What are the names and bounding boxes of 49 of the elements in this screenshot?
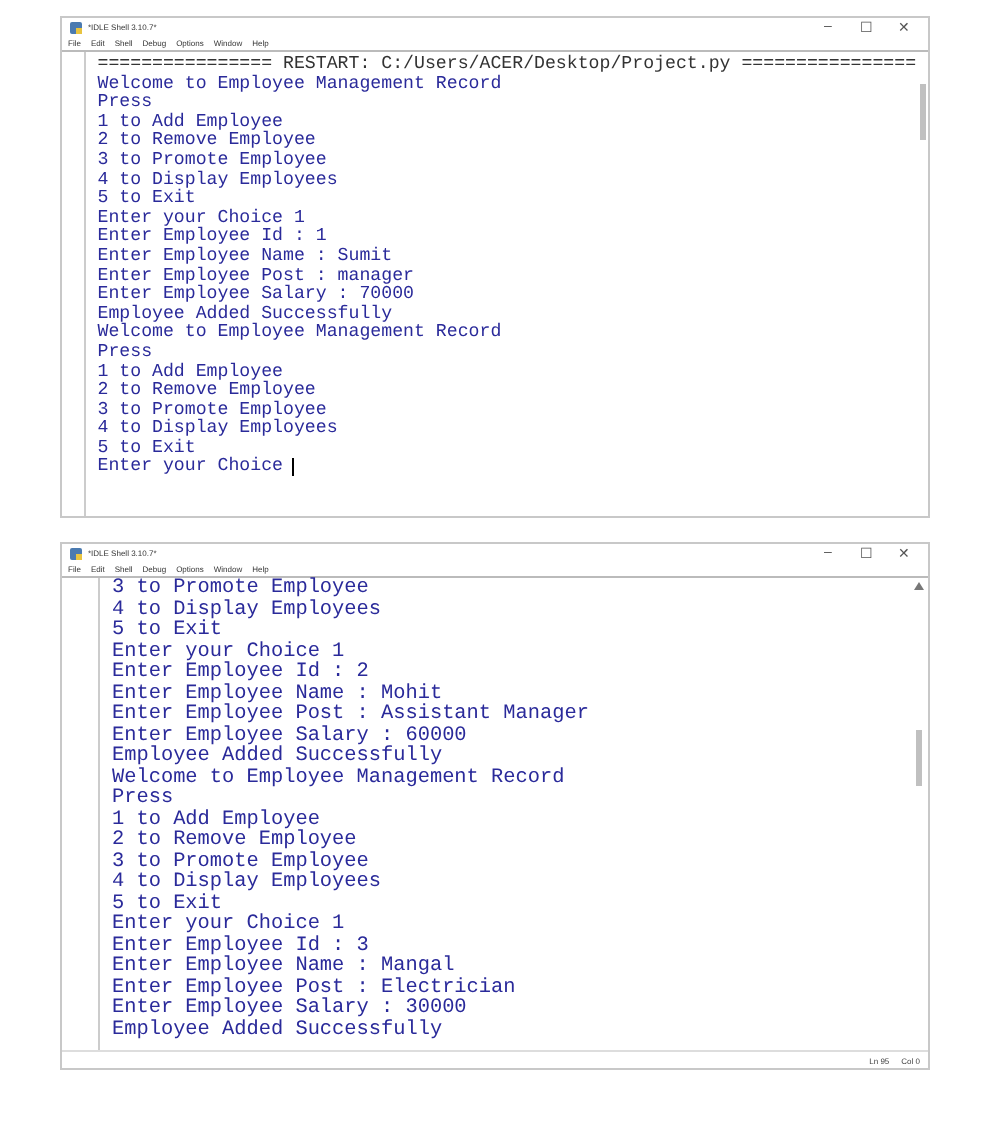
shell-line: 1 to Add Employee	[112, 811, 320, 831]
shell-line: Enter Employee Salary : 60000	[112, 727, 469, 747]
shell-line: 3 to Promote Employee	[97, 399, 327, 419]
shell-line: Employee Added Successfully	[112, 1021, 445, 1042]
shell-line: Enter Employee Salary : 30000	[112, 1000, 469, 1020]
shell-line: 1 to Add Employee	[97, 111, 284, 131]
shell-line: 2 to Remove Employee	[97, 380, 316, 400]
shell-line: Enter Employee Id : 3	[112, 937, 371, 957]
shell-line: 5 to Exit	[97, 437, 196, 457]
scroll-up-icon[interactable]	[913, 582, 923, 590]
shell-line: Enter your Choice	[97, 456, 917, 477]
scrollbar-thumb[interactable]	[915, 730, 921, 786]
shell-line: Enter Employee Post : manager	[97, 265, 416, 285]
shell-line: Enter your Choice 1	[112, 916, 347, 936]
scrollbar-thumb[interactable]	[919, 84, 926, 140]
shell-line: Enter Employee Id : 1	[97, 226, 329, 246]
shell-line: Enter Employee Salary : 70000	[97, 284, 416, 304]
shell-line: 2 to Remove Employee	[97, 130, 316, 150]
shell-line: 4 to Display Employees	[112, 874, 383, 894]
python-icon	[70, 21, 82, 33]
shell-line: Employee Added Successfully	[112, 748, 445, 768]
shell-line: 5 to Exit	[112, 895, 225, 915]
shell-line: Enter Employee Post : Electrician	[112, 979, 518, 999]
shell-line: Welcome to Employee Management Record	[97, 322, 504, 342]
shell-line: Enter Employee Id : 2	[112, 664, 371, 684]
shell-line: 4 to Display Employees	[97, 169, 340, 189]
shell-line: 5 to Exit	[97, 188, 196, 208]
shell-line: Press	[97, 341, 155, 361]
shell-line: Employee Added Successfully	[97, 303, 395, 323]
shell-line: 1 to Add Employee	[97, 361, 284, 381]
python-icon	[70, 547, 82, 559]
shell-line: Enter your Choice 1	[97, 207, 307, 227]
shell-line: 4 to Display Employees	[112, 601, 383, 621]
shell-line: Enter your Choice 1	[112, 643, 347, 663]
shell-line: Enter Employee Name : Mohit	[112, 685, 443, 705]
shell-line: Enter Employee Name : Mangal	[112, 958, 455, 978]
shell-line: Press	[97, 92, 153, 112]
shell-line: 4 to Display Employees	[97, 418, 340, 438]
shell-line: Press	[112, 790, 174, 810]
shell-line: Welcome to Employee Management Record	[97, 73, 502, 93]
shell-line: Enter Employee Name : Sumit	[97, 245, 395, 266]
shell-line: ================ RESTART: C:/Users/ACER/Desktop/Project.py ================	[97, 54, 917, 74]
shell-line: 3 to Promote Employee	[112, 580, 369, 600]
shell-line: Welcome to Employee Management Record	[112, 769, 567, 789]
shell-line: 3 to Promote Employee	[112, 853, 369, 873]
shell-line: 5 to Exit	[112, 622, 225, 642]
shell-line: 3 to Promote Employee	[97, 149, 329, 170]
shell-line: Enter Employee Post : Assistant Manager	[112, 706, 591, 726]
shell-line: 2 to Remove Employee	[112, 832, 357, 852]
